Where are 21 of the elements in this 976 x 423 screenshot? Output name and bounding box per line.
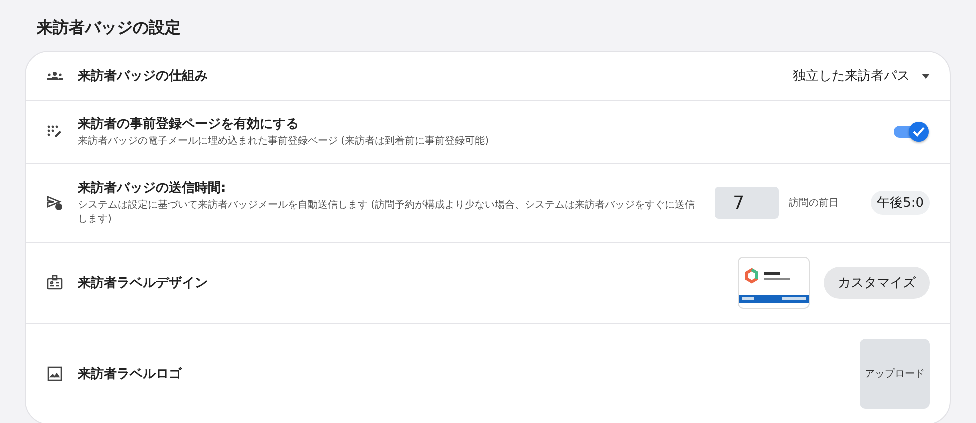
time-picker[interactable]: 午後5:0 <box>871 191 930 215</box>
toggle-switch[interactable] <box>892 121 930 143</box>
badge-preview-drawing <box>738 257 810 309</box>
customize-button[interactable]: カスタマイズ <box>824 267 930 299</box>
setting-label: 来訪者バッジの仕組み <box>78 68 209 85</box>
upload-button[interactable]: アップロード <box>860 339 930 409</box>
setting-label: 来訪者ラベルデザイン <box>78 274 209 292</box>
days-input-field[interactable]: 7 <box>715 187 780 219</box>
mode-dropdown[interactable]: 独立した来訪者パス <box>793 63 930 89</box>
page-title: 来訪者バッジの設定 <box>37 18 182 39</box>
setting-label: 来訪者の事前登録ページを有効にする <box>78 116 300 133</box>
setting-label: 来訪者バッジの送信時間: <box>78 180 228 197</box>
setting-label: 来訪者ラベルロゴ <box>78 366 184 383</box>
image-icon <box>46 365 64 383</box>
caret-icon <box>922 74 930 78</box>
send-clock-icon <box>46 194 64 212</box>
setting-description: システムは設定に基づいて来訪者バッジメールを自動送信します (訪問予約が構成より少ない場合、システムは来訪者バッジをすぐに送信します) <box>78 199 696 227</box>
setting-description: 来訪者バッジの電子メールに埋め込まれた事前登録ページ (来訪者は到着前に事前登録可能) <box>78 135 490 149</box>
days-unit-label: 訪問の前日 <box>789 196 840 210</box>
id-badge-icon <box>46 274 64 292</box>
check-icon <box>913 127 925 137</box>
